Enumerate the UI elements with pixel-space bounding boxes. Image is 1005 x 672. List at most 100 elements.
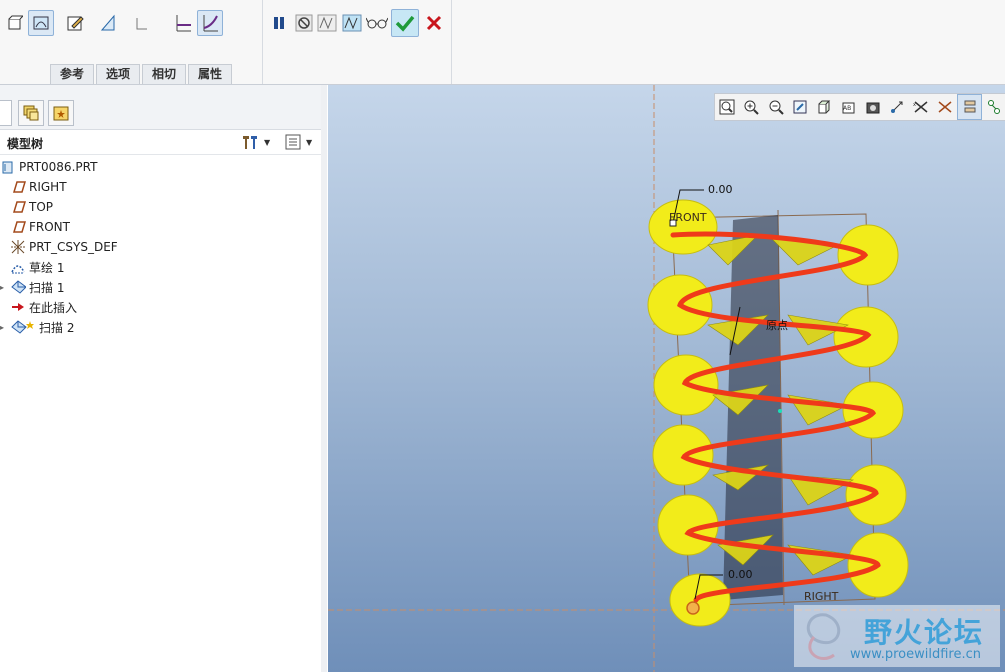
saved-views-icon: AB xyxy=(842,102,855,114)
tree-item-label: FRONT xyxy=(29,220,70,234)
constant-section-icon xyxy=(176,15,191,32)
view-manager-button[interactable] xyxy=(885,94,909,120)
thicken-button[interactable] xyxy=(128,10,154,36)
sketch-icon xyxy=(67,16,84,31)
tree-root-label: PRT0086.PRT xyxy=(19,160,98,174)
glasses-icon xyxy=(366,17,388,29)
part-icon xyxy=(0,159,16,175)
planes-display-icon xyxy=(964,100,976,113)
surface-button[interactable] xyxy=(28,10,54,36)
cancel-icon xyxy=(426,15,442,31)
spin-center-icon: x xyxy=(913,101,928,113)
datum-plane-icon xyxy=(10,219,26,235)
watermark: 野火论坛 www.proewildfire.cn xyxy=(794,605,1000,667)
tree-item-label: 扫描 2 xyxy=(39,320,75,335)
favorites-icon xyxy=(53,106,69,121)
chevron-down-icon: ▼ xyxy=(306,137,313,147)
saved-views-button[interactable]: AB xyxy=(836,94,860,120)
refit-button[interactable] xyxy=(715,94,739,120)
tree-item-right[interactable]: RIGHT xyxy=(10,177,67,197)
tree-item-insert-here[interactable]: 在此插入 xyxy=(10,297,77,317)
watermark-url: www.proewildfire.cn xyxy=(850,647,981,662)
tree-item-front[interactable]: FRONT xyxy=(10,217,70,237)
tree-item-label: 在此插入 xyxy=(29,300,78,315)
shading-icon xyxy=(818,100,831,114)
planes-display-button[interactable] xyxy=(957,94,982,120)
tree-item-top[interactable]: TOP xyxy=(10,197,53,217)
datum-right-label: RIGHT xyxy=(804,590,839,603)
svg-text:AB: AB xyxy=(843,105,851,112)
axes-display-button[interactable] xyxy=(982,94,1005,120)
view-toolbar: AB x xyxy=(714,93,1005,121)
ribbon-tabs: 参考 选项 相切 属性 xyxy=(50,64,234,84)
tab-properties[interactable]: 属性 xyxy=(188,64,233,84)
repaint-icon xyxy=(793,100,807,114)
pause-button[interactable] xyxy=(266,10,292,36)
tab-options[interactable]: 选项 xyxy=(96,64,141,84)
shading-button[interactable] xyxy=(812,94,836,120)
named-view-button[interactable] xyxy=(860,94,884,120)
tree-item-sweep-1[interactable]: ▸ 扫描 1 xyxy=(0,277,65,297)
origin-label: 原点 xyxy=(766,319,788,332)
verify-preview-icon xyxy=(317,14,337,32)
variable-section-icon xyxy=(203,15,218,32)
glasses-button[interactable] xyxy=(364,10,390,36)
preview-icon xyxy=(342,14,362,32)
ribbon-separator-right xyxy=(451,0,452,84)
axes-display-icon xyxy=(987,100,1000,114)
sketch-icon xyxy=(10,259,26,275)
navigator-tab-layers[interactable] xyxy=(18,100,44,126)
tree-item-label: 扫描 1 xyxy=(29,280,65,295)
tab-tangency[interactable]: 相切 xyxy=(142,64,187,84)
preview-button[interactable] xyxy=(339,10,365,36)
constant-section-button[interactable] xyxy=(170,10,196,36)
navigator-tab-tree[interactable] xyxy=(0,100,12,126)
remove-material-button[interactable] xyxy=(95,10,121,36)
ribbon-separator xyxy=(262,0,263,84)
datum-plane-icon xyxy=(10,199,26,215)
tree-item-label: RIGHT xyxy=(29,180,67,194)
datum-front-label: FRONT xyxy=(669,211,707,224)
surface-icon xyxy=(33,16,49,30)
solid-button[interactable] xyxy=(2,10,28,36)
cancel-button[interactable] xyxy=(421,10,447,36)
tab-references[interactable]: 参考 xyxy=(50,64,95,84)
zoom-out-button[interactable] xyxy=(763,94,787,120)
tree-settings-icon xyxy=(243,136,257,149)
graphics-window[interactable]: 0.00 FRONT 原点 0.00 RIGHT AB x 野火论坛 www.p… xyxy=(328,85,1005,672)
datum-plane-icon xyxy=(10,179,26,195)
variable-section-button[interactable] xyxy=(197,10,223,36)
datum-display-button[interactable] xyxy=(933,94,957,120)
zoom-in-button[interactable] xyxy=(739,94,763,120)
dimension-top[interactable]: 0.00 xyxy=(708,183,733,196)
zoom-out-icon xyxy=(769,100,784,115)
tree-item-label: PRT_CSYS_DEF xyxy=(29,240,118,254)
navigator-tab-favorites[interactable] xyxy=(48,100,74,126)
model-tree-header: 模型树 ▼ ▼ xyxy=(0,130,322,155)
no-preview-icon xyxy=(295,14,313,32)
chevron-down-icon: ▼ xyxy=(264,137,271,147)
dimension-bottom[interactable]: 0.00 xyxy=(728,568,753,581)
tree-item-csys[interactable]: PRT_CSYS_DEF xyxy=(10,237,118,257)
csys-icon xyxy=(10,239,26,255)
expand-arrow-icon[interactable]: ▸ xyxy=(0,283,4,292)
confirm-icon xyxy=(395,15,415,32)
tree-show-button[interactable]: ▼ xyxy=(284,132,312,152)
model-graphics xyxy=(328,85,1005,672)
navigator-panel: 模型树 ▼ ▼ PRT0086.PRT RIGHT TOP FRONT PRT_… xyxy=(0,85,327,672)
tree-item-sketch[interactable]: 草绘 1 xyxy=(10,257,64,277)
confirm-button[interactable] xyxy=(391,9,419,37)
repaint-button[interactable] xyxy=(788,94,812,120)
sweep-icon xyxy=(10,279,26,295)
verify-preview-button[interactable] xyxy=(314,10,340,36)
model-tree-title: 模型树 xyxy=(7,137,44,151)
datum-display-icon xyxy=(938,101,952,113)
expand-arrow-icon[interactable]: ▸ xyxy=(0,323,4,332)
spin-center-button[interactable]: x xyxy=(909,94,933,120)
panel-scrollbar[interactable] xyxy=(321,85,327,672)
tree-settings-button[interactable]: ▼ xyxy=(240,132,270,152)
solid-icon xyxy=(8,15,23,30)
tree-item-sweep-2[interactable]: ▸ 扫描 2 xyxy=(0,317,75,337)
sketch-button[interactable] xyxy=(62,10,88,36)
tree-root[interactable]: PRT0086.PRT xyxy=(0,157,97,177)
